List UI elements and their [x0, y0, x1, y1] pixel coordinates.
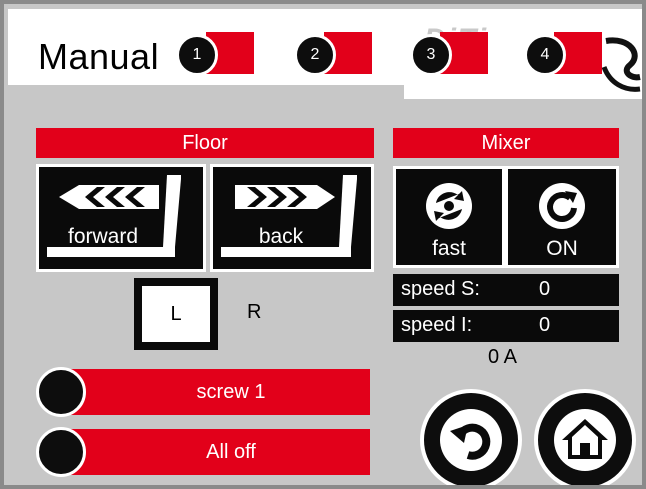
arrow-right-chevrons-icon	[221, 175, 357, 257]
mixer-on-button[interactable]: ON	[505, 166, 619, 268]
floor-title: Floor	[36, 128, 374, 158]
screw-1-indicator	[36, 367, 86, 417]
speed-i-label: speed I:	[401, 314, 473, 336]
all-off-button[interactable]: All off	[36, 427, 370, 477]
header: Manual DiTi 1 2 3 4	[4, 4, 642, 99]
speed-i-value: 0	[539, 314, 551, 336]
logo-swirl-icon	[601, 37, 641, 92]
forward-button[interactable]: forward	[36, 164, 206, 272]
toggle-left-option[interactable]: L	[142, 286, 210, 342]
tab-2-number: 2	[294, 34, 336, 76]
mixer-on-label: ON	[546, 237, 578, 260]
speed-s-value: 0	[539, 278, 551, 300]
speed-s-row: speed S: 0	[393, 274, 619, 306]
mixer-title: Mixer	[393, 128, 619, 158]
fast-button[interactable]: fast	[393, 166, 505, 268]
back-button[interactable]: back	[210, 164, 374, 272]
hmi-screen: Manual DiTi 1 2 3 4 Floor	[0, 0, 646, 489]
fast-label: fast	[432, 237, 466, 260]
home-button[interactable]	[534, 389, 636, 485]
speed-s-label: speed S:	[401, 278, 480, 300]
undo-icon	[440, 409, 502, 471]
tab-1-number: 1	[176, 34, 218, 76]
tab-4[interactable]: 4	[524, 32, 602, 76]
arrow-left-chevrons-icon	[47, 175, 181, 257]
screw-1-bar: screw 1	[62, 369, 370, 415]
mixer-swirl-icon	[426, 183, 472, 229]
tab-1[interactable]: 1	[176, 32, 254, 76]
back-label: back	[258, 225, 304, 248]
screw-1-button[interactable]: screw 1	[36, 367, 370, 417]
rotate-clockwise-icon	[539, 183, 585, 229]
current-readout: 0 A	[488, 346, 517, 368]
undo-button[interactable]	[420, 389, 522, 485]
home-icon	[554, 409, 616, 471]
toggle-right-option[interactable]: R	[247, 301, 261, 324]
all-off-indicator	[36, 427, 86, 477]
tab-4-number: 4	[524, 34, 566, 76]
all-off-bar: All off	[62, 429, 370, 475]
side-toggle[interactable]: L	[134, 278, 218, 350]
tab-3[interactable]: 3	[410, 32, 488, 76]
tab-3-number: 3	[410, 34, 452, 76]
speed-i-row: speed I: 0	[393, 310, 619, 342]
all-off-label: All off	[206, 440, 256, 463]
tab-2[interactable]: 2	[294, 32, 372, 76]
forward-label: forward	[67, 225, 139, 248]
page-title: Manual	[38, 36, 160, 77]
screw-1-label: screw 1	[196, 380, 266, 403]
